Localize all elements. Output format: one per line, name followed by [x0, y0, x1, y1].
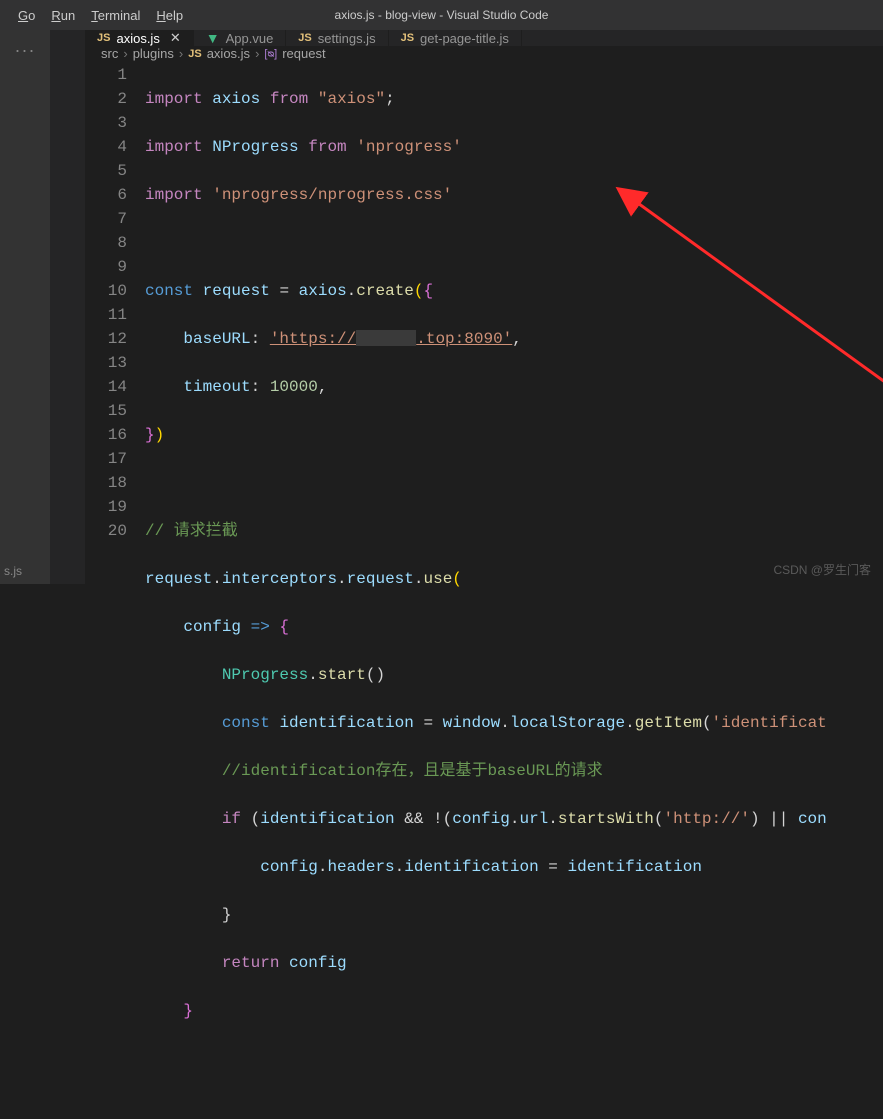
crumb-symbol[interactable]: request — [282, 46, 325, 61]
tab-getpagetitle[interactable]: JS get-page-title.js — [389, 30, 522, 46]
tab-label: settings.js — [318, 31, 376, 46]
menu-bar: Go Run Terminal Help axios.js - blog-vie… — [0, 0, 883, 30]
breadcrumb[interactable]: src › plugins › JS axios.js › [ᴓ] reques… — [85, 46, 883, 61]
crumb-file[interactable]: axios.js — [207, 46, 250, 61]
sidebar — [50, 30, 85, 584]
js-icon: JS — [401, 32, 414, 44]
chevron-right-icon: › — [255, 46, 259, 61]
crumb-plugins[interactable]: plugins — [133, 46, 174, 61]
vue-icon: ▼ — [206, 30, 220, 46]
tab-settings[interactable]: JS settings.js — [286, 30, 388, 46]
tab-axios[interactable]: JS axios.js ✕ — [85, 30, 194, 46]
crumb-src[interactable]: src — [101, 46, 118, 61]
more-icon[interactable]: ··· — [15, 40, 36, 61]
chevron-right-icon: › — [123, 46, 127, 61]
close-icon[interactable]: ✕ — [170, 30, 181, 46]
sidebar-file-fragment: s.js — [4, 564, 22, 578]
editor[interactable]: 1234 5678 9101112 13141516 17181920 impo… — [85, 61, 883, 1119]
line-number-gutter: 1234 5678 9101112 13141516 17181920 — [85, 61, 145, 1119]
tab-label: get-page-title.js — [420, 31, 509, 46]
menu-run[interactable]: Run — [43, 4, 83, 27]
activity-bar: ··· — [0, 30, 50, 584]
tab-label: App.vue — [226, 31, 274, 46]
code-content[interactable]: import axios from "axios"; import NProgr… — [145, 61, 883, 1119]
menu-terminal[interactable]: Terminal — [83, 4, 148, 27]
chevron-right-icon: › — [179, 46, 183, 61]
js-icon: JS — [298, 32, 311, 44]
symbol-icon: [ᴓ] — [264, 48, 277, 60]
tab-label: axios.js — [116, 31, 159, 46]
menu-go[interactable]: Go — [10, 4, 43, 27]
js-icon: JS — [97, 32, 110, 44]
redacted-host — [356, 330, 416, 346]
menu-help[interactable]: Help — [148, 4, 191, 27]
tab-bar: JS axios.js ✕ ▼ App.vue JS settings.js J… — [85, 30, 883, 46]
js-icon: JS — [188, 48, 201, 60]
watermark: CSDN @罗生门客 — [773, 561, 871, 578]
tab-appvue[interactable]: ▼ App.vue — [194, 30, 287, 46]
